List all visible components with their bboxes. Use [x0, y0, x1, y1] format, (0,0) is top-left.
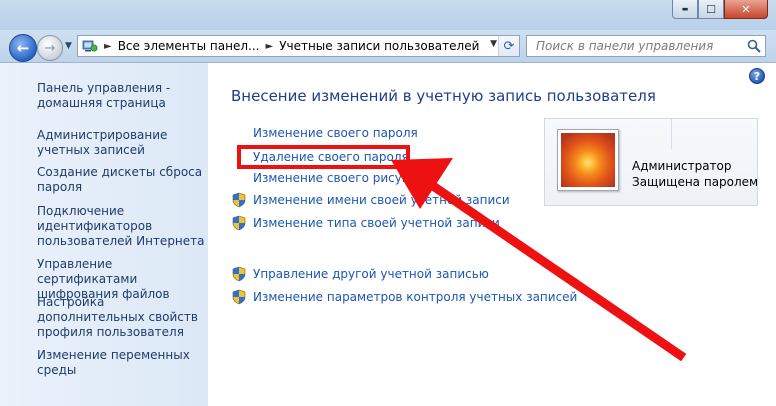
back-button[interactable]: ← — [9, 34, 37, 62]
refresh-icon: ⟳ — [503, 38, 515, 54]
sidebar-item-environment-variables[interactable]: Изменение переменных среды — [37, 348, 207, 378]
search-box[interactable] — [526, 35, 766, 57]
main-content — [208, 63, 776, 406]
flower-avatar-image — [561, 133, 615, 187]
chevron-down-icon: ▼ — [65, 41, 72, 51]
recent-pages-button[interactable]: ▼ — [65, 41, 72, 51]
breadcrumb-separator-icon[interactable]: ► — [265, 41, 273, 52]
uac-shield-icon — [232, 192, 246, 208]
uac-settings-link[interactable]: Изменение параметров контроля учетных за… — [253, 290, 577, 304]
help-button[interactable]: ? — [749, 68, 765, 84]
help-icon: ? — [753, 69, 761, 83]
highlight-annotation-box — [237, 145, 410, 169]
address-dropdown-icon[interactable]: ▼ — [490, 39, 497, 49]
change-picture-link[interactable]: Изменение своего рисунка — [253, 171, 424, 185]
close-icon: ✕ — [741, 2, 751, 16]
uac-shield-icon — [232, 215, 246, 231]
uac-shield-icon — [232, 266, 246, 282]
address-bar[interactable]: ► Все элементы панел... ► Учетные записи… — [77, 35, 520, 57]
change-account-name-link[interactable]: Изменение имени своей учетной записи — [253, 193, 510, 207]
card-divider — [671, 119, 672, 149]
sidebar-item-control-panel-home[interactable]: Панель управления - домашняя страница — [37, 81, 207, 111]
minimize-icon: ▬ — [681, 5, 689, 13]
refresh-button[interactable]: ⟳ — [498, 36, 519, 56]
breadcrumb-all-items[interactable]: Все элементы панел... — [118, 39, 260, 53]
manage-another-account-link[interactable]: Управление другой учетной записью — [253, 267, 489, 281]
window-controls: ▬ ☐ ✕ — [672, 0, 768, 20]
sidebar-item-online-ids[interactable]: Подключение идентификаторов пользователе… — [37, 204, 207, 249]
sidebar-item-profile-properties[interactable]: Настройка дополнительных свойств профиля… — [37, 295, 207, 340]
maximize-icon: ☐ — [706, 2, 716, 16]
user-status: Защищена паролем — [632, 175, 759, 189]
search-input[interactable] — [534, 38, 748, 54]
title-bar: ▬ ☐ ✕ — [0, 0, 776, 30]
sidebar-item-password-reset-disk[interactable]: Создание дискеты сброса пароля — [37, 165, 207, 195]
sidebar-item-account-administration[interactable]: Администрирование учетных записей — [37, 128, 207, 158]
user-account-card: Администратор Защищена паролем — [544, 118, 758, 206]
forward-button[interactable]: → — [37, 35, 63, 61]
page-title: Внесение изменений в учетную запись поль… — [231, 87, 656, 105]
breadcrumb-separator-icon[interactable]: ► — [104, 41, 112, 52]
minimize-button[interactable]: ▬ — [672, 0, 698, 19]
search-icon[interactable] — [747, 39, 761, 53]
arrow-right-icon: → — [44, 40, 56, 56]
breadcrumb-user-accounts[interactable]: Учетные записи пользователей — [279, 39, 479, 53]
change-account-type-link[interactable]: Изменение типа своей учетной записи — [253, 216, 500, 230]
arrow-left-icon: ← — [16, 39, 30, 57]
close-button[interactable]: ✕ — [724, 0, 768, 19]
uac-shield-icon — [232, 289, 246, 305]
user-name: Администратор — [632, 159, 732, 173]
avatar[interactable] — [557, 129, 619, 191]
control-panel-icon — [82, 39, 98, 53]
maximize-button[interactable]: ☐ — [698, 0, 724, 19]
change-password-link[interactable]: Изменение своего пароля — [253, 126, 418, 140]
